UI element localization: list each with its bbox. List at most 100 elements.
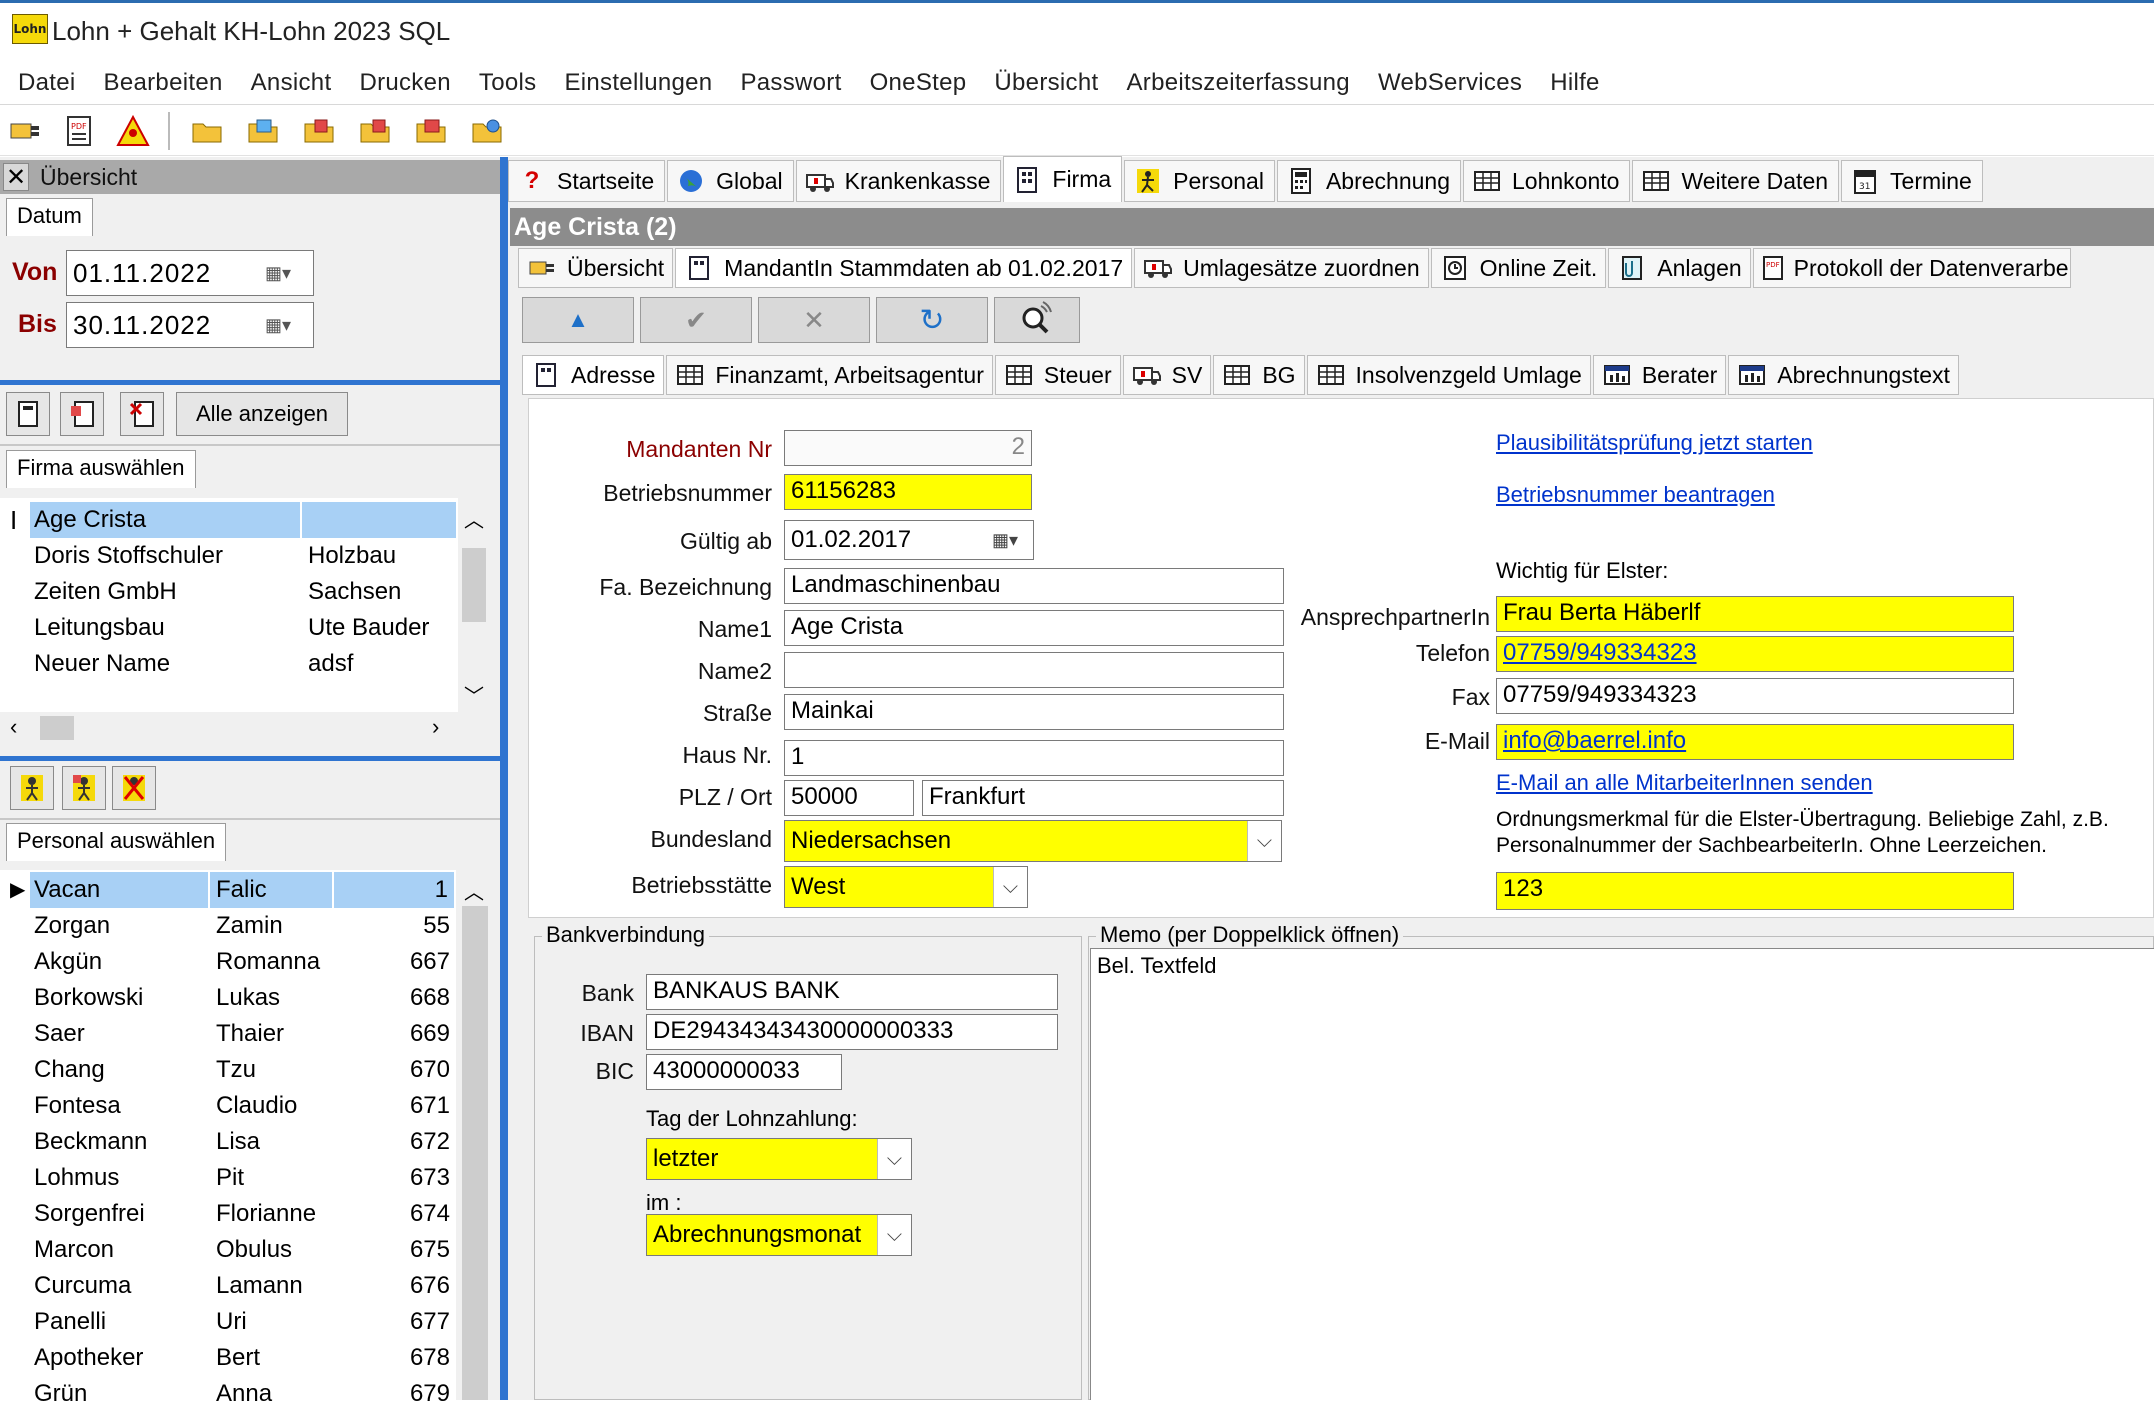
fax-field[interactable]: 07759/949334323 xyxy=(1496,678,2014,714)
table-row[interactable]: Chang Tzu 670 xyxy=(0,1052,456,1088)
formtab-steuer[interactable]: Steuer xyxy=(994,355,1121,395)
menu-tools[interactable]: Tools xyxy=(465,69,551,97)
menu-einstellungen[interactable]: Einstellungen xyxy=(550,69,726,97)
menu-hilfe[interactable]: Hilfe xyxy=(1536,69,1614,97)
alle-anzeigen-button[interactable]: Alle anzeigen xyxy=(176,392,348,436)
tab-abrechnung[interactable]: Abrechnung xyxy=(1276,160,1461,202)
chevron-down-icon[interactable]: ⌵ xyxy=(877,1139,911,1179)
subtab-uebersicht[interactable]: Übersicht xyxy=(518,248,674,288)
bundesland-select[interactable]: Niedersachsen ⌵ xyxy=(784,820,1282,862)
cancel-button[interactable]: ✕ xyxy=(758,297,870,343)
table-row[interactable]: ▶ Vacan Falic 1 xyxy=(0,872,456,908)
table-row[interactable]: Saer Thaier 669 xyxy=(0,1016,456,1052)
formtab-insolvenzgeld[interactable]: Insolvenzgeld Umlage xyxy=(1306,355,1591,395)
scrollbar-thumb[interactable] xyxy=(462,906,488,1400)
tab-weitere-daten[interactable]: Weitere Daten xyxy=(1632,160,1840,202)
table-row[interactable]: Akgün Romanna 667 xyxy=(0,944,456,980)
open-folder-icon[interactable] xyxy=(190,114,224,148)
menu-drucken[interactable]: Drucken xyxy=(345,69,464,97)
table-row[interactable]: Beckmann Lisa 672 xyxy=(0,1124,456,1160)
tab-krankenkasse[interactable]: Krankenkasse xyxy=(795,160,1002,202)
formtab-bg[interactable]: BG xyxy=(1213,355,1305,395)
betriebsstaette-select[interactable]: West ⌵ xyxy=(784,866,1028,908)
tag-lohnzahlung-select[interactable]: letzter ⌵ xyxy=(646,1138,912,1180)
scroll-right-icon[interactable]: › xyxy=(432,714,439,740)
table-row[interactable]: Fontesa Claudio 671 xyxy=(0,1088,456,1124)
ort-field[interactable]: Frankfurt xyxy=(922,780,1284,816)
confirm-button[interactable]: ✔ xyxy=(640,297,752,343)
refresh-button[interactable]: ↻ xyxy=(876,297,988,343)
menu-bearbeiten[interactable]: Bearbeiten xyxy=(90,69,237,97)
pdf-document-icon[interactable]: PDF xyxy=(62,114,96,148)
mandanten-nr-field[interactable]: 2 xyxy=(784,430,1032,466)
scroll-up-icon[interactable]: ︿ xyxy=(460,876,488,904)
table-row[interactable]: Borkowski Lukas 668 xyxy=(0,980,456,1016)
menu-webservices[interactable]: WebServices xyxy=(1364,69,1536,97)
tab-datum[interactable]: Datum xyxy=(6,198,93,236)
table-row[interactable]: Leitungsbau Ute Bauder xyxy=(0,610,456,646)
folder-blue-icon[interactable] xyxy=(470,114,504,148)
search-button[interactable] xyxy=(994,297,1080,343)
name1-field[interactable]: Age Crista xyxy=(784,610,1284,646)
firma-copy-icon[interactable] xyxy=(60,392,104,436)
scroll-down-icon[interactable]: ﹀ xyxy=(460,680,488,708)
alert-people-icon[interactable] xyxy=(116,114,150,148)
table-row[interactable]: Sorgenfrei Florianne 674 xyxy=(0,1196,456,1232)
tab-termine[interactable]: 31 Termine xyxy=(1841,160,1983,202)
tab-lohnkonto[interactable]: Lohnkonto xyxy=(1463,160,1631,202)
bic-field[interactable]: 43000000033 xyxy=(646,1054,842,1090)
scrollbar-thumb[interactable] xyxy=(462,548,486,622)
plausibility-check-link[interactable]: Plausibilitätsprüfung jetzt starten xyxy=(1496,430,1813,456)
table-row[interactable]: Grün Anna 679 xyxy=(0,1376,456,1412)
email-field[interactable]: info@baerrel.info xyxy=(1496,724,2014,760)
telefon-field[interactable]: 07759/949334323 xyxy=(1496,636,2014,672)
personal-add-icon[interactable] xyxy=(10,766,54,810)
ansprechpartner-field[interactable]: Frau Berta Häberlf xyxy=(1496,596,2014,632)
name2-field[interactable] xyxy=(784,652,1284,688)
tab-firma[interactable]: Firma xyxy=(1003,156,1123,202)
chevron-down-icon[interactable]: ⌵ xyxy=(877,1215,911,1255)
formtab-sv[interactable]: SV xyxy=(1122,355,1212,395)
firma-delete-icon[interactable] xyxy=(120,392,164,436)
betriebsnummer-request-link[interactable]: Betriebsnummer beantragen xyxy=(1496,482,1775,508)
tab-personal[interactable]: Personal xyxy=(1124,160,1275,202)
memo-textarea[interactable]: Bel. Textfeld xyxy=(1090,948,2154,1400)
folder-red-2-icon[interactable] xyxy=(358,114,392,148)
strasse-field[interactable]: Mainkai xyxy=(784,694,1284,730)
haus-nr-field[interactable]: 1 xyxy=(784,740,1284,776)
table-row[interactable]: Marcon Obulus 675 xyxy=(0,1232,456,1268)
table-row[interactable]: Zorgan Zamin 55 xyxy=(0,908,456,944)
table-row[interactable]: Neuer Name adsf xyxy=(0,646,456,682)
im-select[interactable]: Abrechnungsmonat ⌵ xyxy=(646,1214,912,1256)
table-row[interactable]: Panelli Uri 677 xyxy=(0,1304,456,1340)
ordnungsmerkmal-field[interactable]: 123 xyxy=(1496,872,2014,910)
chevron-down-icon[interactable]: ⌵ xyxy=(1247,821,1281,861)
calendar-dropdown-icon[interactable]: ▦▾ xyxy=(977,521,1033,559)
von-calendar-dropdown-icon[interactable]: ▦▾ xyxy=(258,253,298,293)
personal-delete-icon[interactable] xyxy=(112,766,156,810)
formtab-adresse[interactable]: Adresse xyxy=(522,355,665,395)
table-row[interactable]: Curcuma Lamann 676 xyxy=(0,1268,456,1304)
table-row[interactable]: Apotheker Bert 678 xyxy=(0,1340,456,1376)
h-scrollbar-thumb[interactable] xyxy=(40,716,74,740)
bank-field[interactable]: BANKAUS BANK xyxy=(646,974,1058,1010)
chevron-down-icon[interactable]: ⌵ xyxy=(993,867,1027,907)
bis-calendar-dropdown-icon[interactable]: ▦▾ xyxy=(258,305,298,345)
gueltig-ab-field[interactable]: 01.02.2017 ▦▾ xyxy=(784,520,1034,560)
folder-colors-icon[interactable] xyxy=(246,114,280,148)
table-row[interactable]: Zeiten GmbH Sachsen xyxy=(0,574,456,610)
panel-splitter[interactable] xyxy=(500,157,508,1400)
menu-passwort[interactable]: Passwort xyxy=(726,69,855,97)
subtab-online-zeit[interactable]: Online Zeit. xyxy=(1430,248,1607,288)
menu-onestep[interactable]: OneStep xyxy=(856,69,981,97)
menu-datei[interactable]: Datei xyxy=(4,69,90,97)
fa-bezeichnung-field[interactable]: Landmaschinenbau xyxy=(784,568,1284,604)
subtab-umlagesaetze[interactable]: Umlagesätze zuordnen xyxy=(1134,248,1429,288)
nav-up-button[interactable]: ▲ xyxy=(522,297,634,343)
overview-hand-icon[interactable] xyxy=(8,114,42,148)
subtab-protokoll[interactable]: PDF Protokoll der Datenverarbeitungsvorgä… xyxy=(1752,248,2071,288)
plz-field[interactable]: 50000 xyxy=(784,780,914,816)
personal-copy-icon[interactable] xyxy=(62,766,106,810)
formtab-abrechnungstext[interactable]: Abrechnungstext xyxy=(1728,355,1959,395)
tab-firma-auswaehlen[interactable]: Firma auswählen xyxy=(6,450,196,488)
